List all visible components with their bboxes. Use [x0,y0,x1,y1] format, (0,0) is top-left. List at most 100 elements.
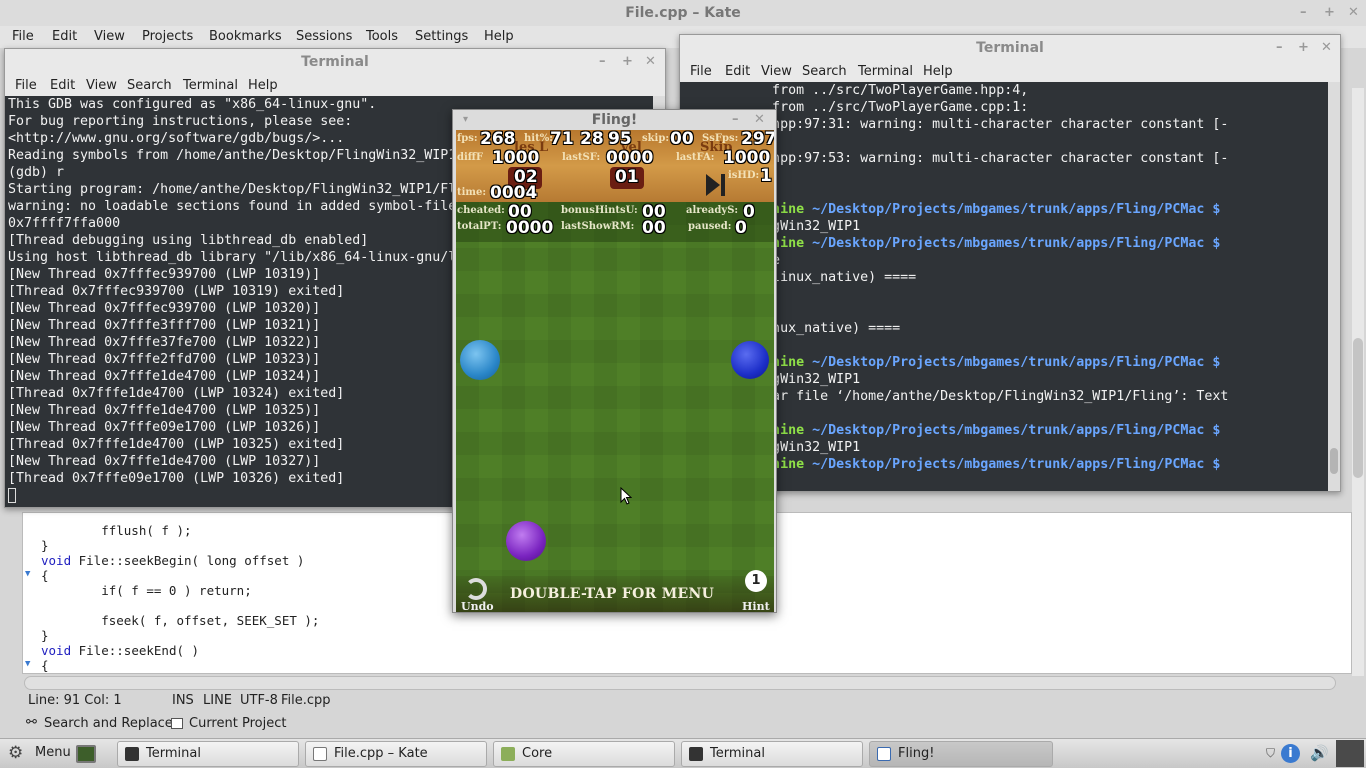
darkblue-fuzzball[interactable] [731,341,769,379]
menu-search[interactable]: Search [127,75,172,97]
menu-file[interactable]: File [15,75,37,97]
menu-view[interactable]: View [86,75,117,97]
menu-sessions[interactable]: Sessions [296,26,352,48]
scroll-thumb[interactable] [1353,338,1363,478]
difff-value: 1000 [492,148,540,168]
maximize-icon[interactable]: + [1324,0,1335,26]
close-icon[interactable]: ✕ [1321,35,1332,61]
undo-label[interactable]: Undo [461,600,494,612]
menu-help[interactable]: Help [248,75,278,97]
taskbar-item-kate[interactable]: File.cpp – Kate [305,741,487,767]
menu-help[interactable]: Help [484,26,514,48]
game-canvas[interactable]: les L vel Skip fps: 268 hit%: 71 28 95 s… [456,130,774,612]
taskbar-item-terminal-2[interactable]: Terminal [681,741,863,767]
terminal-line: esktop/FlingWin32_WIP1 [684,218,1328,235]
ishd-value: 1 [760,166,772,186]
taskbar-item-label: Terminal [146,746,201,761]
menu-settings[interactable]: Settings [415,26,468,48]
tab-search-and-replace[interactable]: Search and Replace [44,716,173,731]
menu-bookmarks[interactable]: Bookmarks [209,26,282,48]
undo-icon[interactable] [465,578,487,600]
kate-tool-tabs: ⚯ Search and Replace Current Project [0,712,1366,736]
window-menu-icon[interactable]: ▾ [463,110,468,130]
close-icon[interactable]: ✕ [1348,0,1359,26]
editor-vertical-scrollbar[interactable] [1352,88,1364,676]
scroll-thumb[interactable] [1330,448,1338,474]
hint-label[interactable]: Hint [742,600,770,612]
taskbar-item-core[interactable]: Core [493,741,675,767]
pen-tool-icon[interactable] [1336,740,1364,767]
input-mode[interactable]: INS [172,693,194,708]
terminal-line: virtual-machine ~/Desktop/Projects/mbgam… [684,201,1328,218]
blue-fuzzball[interactable] [460,340,500,380]
hint-bulb-icon[interactable]: 1 [745,570,767,592]
editor-horizontal-scrollbar[interactable] [24,676,1336,690]
grass-board[interactable] [456,202,774,612]
fold-arrow-icon[interactable]: ▼ [25,659,30,669]
fling-titlebar[interactable]: Fling! ▾ – ✕ [453,110,776,130]
hit-value: 71 [550,130,574,149]
info-icon[interactable]: i [1281,744,1300,763]
terminal-line: g [684,184,1328,201]
code-line: } [41,628,49,643]
taskbar-item-label: File.cpp – Kate [334,746,428,761]
fps-value: 268 [480,130,516,149]
menu-projects[interactable]: Projects [142,26,193,48]
difff-label: diffF [457,152,484,163]
menu-help[interactable]: Help [923,61,953,83]
cheated-label: cheated: [457,205,505,216]
menu-file[interactable]: File [12,26,34,48]
terminal-line: linux_native [684,252,1328,269]
prompt-path: ~/Desktop/Projects/mbgames/trunk/apps/Fl… [804,202,1221,217]
game-hud: les L vel Skip fps: 268 hit%: 71 28 95 s… [456,130,774,203]
terminal-line: g [684,337,1328,354]
menu-terminal[interactable]: Terminal [183,75,238,97]
selection-mode[interactable]: LINE [203,693,232,708]
terminal-output[interactable]: from ../src/TwoPlayerGame.hpp:4, from ..… [680,82,1328,491]
taskbar-item-terminal-1[interactable]: Terminal [117,741,299,767]
close-icon[interactable]: ✕ [645,49,656,75]
start-menu-button[interactable]: Menu [35,745,71,760]
menu-view[interactable]: View [94,26,125,48]
purple-fuzzball[interactable] [506,521,546,561]
file-name: File.cpp [281,693,331,708]
menu-edit[interactable]: Edit [52,26,77,48]
maximize-icon[interactable]: + [1298,35,1309,61]
minimize-icon[interactable]: – [599,49,606,75]
show-desktop-icon[interactable] [76,745,96,763]
encoding[interactable]: UTF-8 [240,693,278,708]
close-icon[interactable]: ✕ [754,110,765,130]
gear-icon[interactable]: ⚙ [8,743,23,763]
menu-edit[interactable]: Edit [50,75,75,97]
minimize-icon[interactable]: – [1300,0,1307,26]
fold-arrow-icon[interactable]: ▼ [25,569,30,579]
terminal-titlebar[interactable]: Terminal – + ✕ [5,49,665,75]
terminal-scrollbar[interactable] [1328,82,1340,491]
skip-icon[interactable] [706,174,720,196]
binoculars-icon: ⚯ [26,715,37,730]
terminal-titlebar[interactable]: Terminal – + ✕ [680,35,1340,61]
shield-icon[interactable]: ⛉ [1266,746,1275,761]
terminal-line: g CcTools (linux_native) ==== [684,270,917,285]
menu-search[interactable]: Search [802,61,847,83]
taskbar-item-fling[interactable]: Fling! [869,741,1053,767]
kate-titlebar[interactable]: File.cpp – Kate – + ✕ [0,0,1366,26]
menu-edit[interactable]: Edit [725,61,750,83]
tab-current-project[interactable]: Current Project [189,716,286,731]
menu-file[interactable]: File [690,61,712,83]
minimize-icon[interactable]: – [732,110,739,130]
menu-tools[interactable]: Tools [366,26,398,48]
terminal-window-right[interactable]: Terminal – + ✕ File Edit View Search Ter… [679,34,1341,492]
hud-value: 95 [608,130,632,149]
minimize-icon[interactable]: – [1276,35,1283,61]
maximize-icon[interactable]: + [622,49,633,75]
terminal-menubar: File Edit View Search Terminal Help [5,75,665,97]
menu-view[interactable]: View [761,61,792,83]
volume-icon[interactable]: 🔊 [1310,744,1329,762]
fling-window[interactable]: Fling! ▾ – ✕ les L vel Skip fps: 268 hit… [452,109,777,613]
menu-terminal[interactable]: Terminal [858,61,913,83]
cursor-position: Line: 91 Col: 1 [28,693,122,708]
